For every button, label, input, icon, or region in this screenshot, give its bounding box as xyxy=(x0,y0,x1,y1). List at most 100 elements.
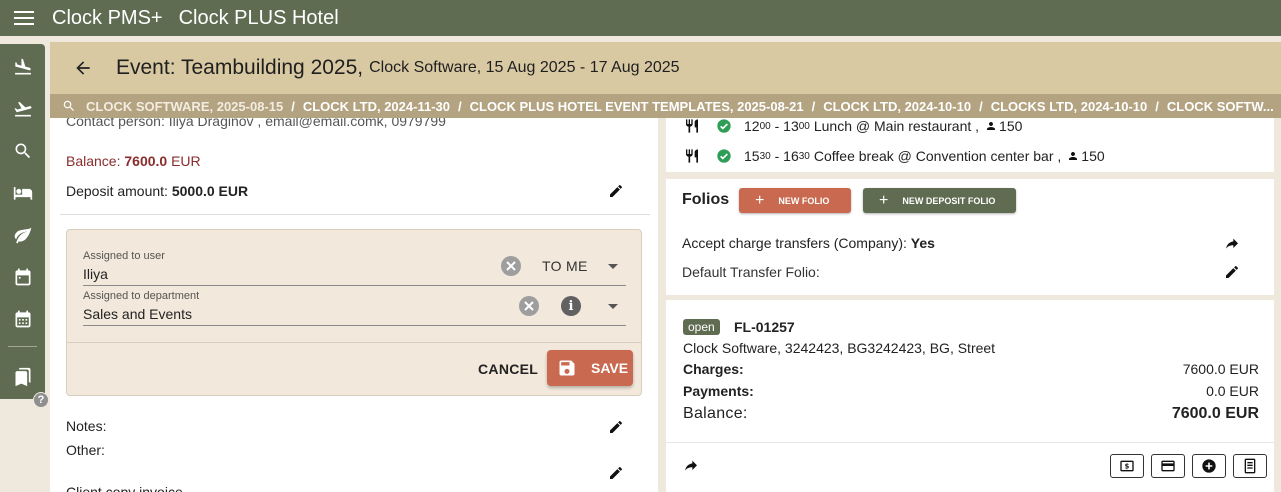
back-button[interactable] xyxy=(66,51,100,85)
sidebar xyxy=(0,44,45,399)
sidebar-item-arrivals[interactable] xyxy=(0,50,45,84)
save-button[interactable]: SAVE xyxy=(547,350,633,386)
sidebar-item-spa[interactable] xyxy=(0,218,45,252)
person-icon xyxy=(987,122,996,130)
breadcrumb-search-icon[interactable] xyxy=(62,99,76,113)
card-payment-button[interactable] xyxy=(1151,454,1185,478)
cash-icon: $ xyxy=(1120,460,1134,472)
assigned-user-label: Assigned to user xyxy=(83,250,165,262)
event-title: Event: Teambuilding 2025, xyxy=(116,56,364,79)
section-divider xyxy=(60,214,650,215)
pencil-icon xyxy=(1226,265,1239,278)
breadcrumb-item[interactable]: CLOCK PLUS HOTEL EVENT TEMPLATES, 2025-0… xyxy=(470,99,804,114)
arrivals-icon xyxy=(14,58,31,75)
save-label: SAVE xyxy=(591,360,629,376)
sidebar-item-bookmarks[interactable] xyxy=(0,360,45,394)
pencil-icon xyxy=(610,184,623,197)
check-circle-icon xyxy=(717,119,731,133)
add-charge-button[interactable] xyxy=(1192,454,1226,478)
bookmarks-icon xyxy=(15,367,30,387)
breadcrumb-separator: / xyxy=(457,98,462,114)
folio-balance-value: 7600.0 EUR xyxy=(1171,405,1259,422)
transfer-folio-button[interactable] xyxy=(683,458,699,479)
edit-notes-button[interactable] xyxy=(608,419,624,440)
folio-address: Clock Software, 3242423, BG3242423, BG, … xyxy=(683,340,996,356)
breadcrumb-item[interactable]: CLOCK LTD, 2024-10-10 xyxy=(823,99,971,114)
hotel-name: Clock PLUS Hotel xyxy=(178,6,339,29)
folio-card-divider xyxy=(666,442,1274,443)
edit-other-button[interactable] xyxy=(608,465,624,486)
invoice-button[interactable] xyxy=(1233,454,1267,478)
event-balance: Balance: 7600.0 EUR xyxy=(66,153,201,169)
sidebar-item-rooms[interactable] xyxy=(0,176,45,210)
breadcrumb-item[interactable]: CLOCKS LTD, 2024-10-10 xyxy=(991,99,1148,114)
charges-value: 7600.0 EUR xyxy=(1182,361,1259,377)
schedule-item[interactable]: 15 30 - 16 30 Coffee break @ Convention ce… xyxy=(682,146,1105,166)
event-subtitle: Clock Software, 15 Aug 2025 - 17 Aug 202… xyxy=(369,59,680,76)
sidebar-divider xyxy=(8,346,37,347)
schedule-start-hour: 15 xyxy=(744,148,760,164)
chevron-down-icon[interactable] xyxy=(608,264,618,269)
deposit-amount: Deposit amount: 5000.0 EUR xyxy=(66,183,248,199)
folios-title: Folios xyxy=(682,191,730,208)
assign-to-me-button[interactable]: TO ME xyxy=(542,258,588,274)
bed-icon xyxy=(13,187,32,200)
info-icon[interactable]: i xyxy=(561,296,581,316)
event-details-panel: Contact person: Iliya Draginov , email@e… xyxy=(50,118,658,492)
clear-department-icon[interactable] xyxy=(519,296,539,316)
pencil-icon xyxy=(610,466,623,479)
check-circle-icon xyxy=(717,149,731,163)
folio-number[interactable]: FL-01257 xyxy=(734,319,795,335)
hamburger-menu-button[interactable] xyxy=(0,0,48,36)
add-payment-button[interactable]: $ xyxy=(1110,454,1144,478)
assignment-form: Assigned to user Iliya TO ME Assigned to… xyxy=(66,229,642,396)
person-icon xyxy=(1069,152,1078,160)
breadcrumb-separator: / xyxy=(811,98,816,114)
forward-arrow-icon xyxy=(685,460,697,471)
credit-card-icon xyxy=(1161,460,1175,472)
cancel-button[interactable]: CANCEL xyxy=(478,361,538,377)
schedule-item[interactable]: 12 00 - 13 00 Lunch @ Main restaurant , 15… xyxy=(682,118,1022,136)
cutlery-icon xyxy=(686,149,698,163)
edit-deposit-button[interactable] xyxy=(608,183,624,204)
client-copy-invoice-label: Client copy invoice xyxy=(66,484,183,492)
new-deposit-folio-button[interactable]: + NEW DEPOSIT FOLIO xyxy=(863,188,1016,213)
schedule-end-hour: 16 xyxy=(783,148,799,164)
balance-currency: EUR xyxy=(171,153,201,169)
transfer-settings-button[interactable] xyxy=(1224,236,1240,257)
search-icon xyxy=(15,143,30,159)
calendar-grid-icon xyxy=(15,310,30,328)
top-app-bar: Clock PMS+ Clock PLUS Hotel xyxy=(0,0,1281,36)
breadcrumb-item[interactable]: CLOCK LTD, 2024-11-30 xyxy=(303,99,450,114)
sidebar-item-schedule[interactable] xyxy=(0,302,45,336)
clear-user-icon[interactable] xyxy=(501,256,521,276)
breadcrumb-separator: / xyxy=(291,98,295,114)
folio-card[interactable]: open FL-01257 Clock Software, 3242423, B… xyxy=(666,300,1274,492)
new-folio-label: NEW FOLIO xyxy=(778,195,830,206)
breadcrumb-separator: / xyxy=(1155,98,1159,114)
schedule-count: 150 xyxy=(999,118,1023,134)
new-folio-button[interactable]: + NEW FOLIO xyxy=(739,188,851,213)
sidebar-item-search[interactable] xyxy=(0,134,45,168)
default-transfer-folio-label: Default Transfer Folio: xyxy=(682,264,820,280)
accept-transfers-label: Accept charge transfers (Company): xyxy=(682,235,907,251)
chevron-down-icon[interactable] xyxy=(608,304,618,309)
event-header: Event: Teambuilding 2025, Clock Software… xyxy=(50,42,1281,94)
sidebar-item-calendar[interactable] xyxy=(0,260,45,294)
help-badge[interactable]: ? xyxy=(33,392,49,408)
plus-icon: + xyxy=(755,191,765,209)
assigned-user-field[interactable]: Assigned to user Iliya TO ME xyxy=(83,246,626,286)
assigned-department-label: Assigned to department xyxy=(83,290,200,302)
arrow-back-icon xyxy=(76,61,90,75)
accept-charge-transfers: Accept charge transfers (Company): Yes xyxy=(682,235,935,251)
breadcrumb-item[interactable]: CLOCK SOFTWARE, 2025-08-15 xyxy=(86,99,283,114)
schedule-start-minute: 00 xyxy=(759,120,771,132)
plus-icon: + xyxy=(879,191,889,209)
assigned-department-field[interactable]: Assigned to department Sales and Events … xyxy=(83,286,626,326)
edit-default-transfer-button[interactable] xyxy=(1224,264,1240,285)
breadcrumb-item[interactable]: CLOCK SOFTW... xyxy=(1167,99,1274,114)
sidebar-item-departures[interactable] xyxy=(0,92,45,126)
payments-label: Payments: xyxy=(683,383,754,399)
contact-person: Contact person: Iliya Draginov , email@e… xyxy=(66,118,446,129)
schedule-dash: - xyxy=(770,148,784,164)
